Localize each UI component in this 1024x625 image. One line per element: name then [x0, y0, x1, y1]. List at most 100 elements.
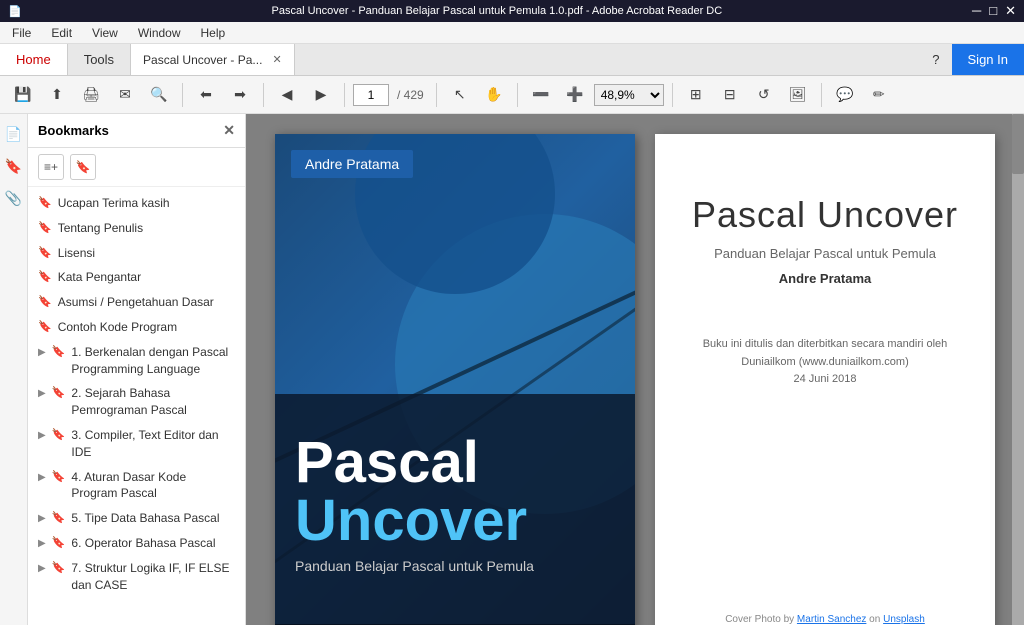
- bookmark-item[interactable]: ▶ 🔖 1. Berkenalan dengan Pascal Programm…: [28, 340, 245, 382]
- bookmark-icon: 🔖: [38, 295, 52, 310]
- maximize-button[interactable]: □: [989, 3, 997, 19]
- bookmark-label: Asumsi / Pengetahuan Dasar: [58, 294, 214, 311]
- title-bar-icon: 📄: [8, 5, 22, 18]
- menu-bar: File Edit View Window Help: [0, 22, 1024, 44]
- toolbar-sep7: [821, 83, 822, 107]
- menu-file[interactable]: File: [8, 24, 35, 42]
- menu-help[interactable]: Help: [197, 24, 230, 42]
- bookmark-item[interactable]: ▶ 🔖 6. Operator Bahasa Pascal: [28, 531, 245, 556]
- bookmark-icon: 🔖: [52, 345, 66, 360]
- bookmark-label: 2. Sejarah Bahasa Pemrograman Pascal: [71, 385, 235, 419]
- expand-icon: ▶: [38, 387, 46, 401]
- tab-file[interactable]: Pascal Uncover - Pa... ✕: [131, 44, 295, 75]
- scrollbar-thumb[interactable]: [1012, 114, 1024, 174]
- martin-sanchez-link[interactable]: Martin Sanchez: [797, 614, 866, 625]
- toolbar-fit-width-button[interactable]: ⊞: [681, 81, 711, 109]
- toolbar-screenshot-button[interactable]: 🖼: [783, 81, 813, 109]
- pdf-area: Andre Pratama Pascal Uncover Panduan Bel…: [246, 114, 1024, 625]
- bookmark-item[interactable]: 🔖 Tentang Penulis: [28, 216, 245, 241]
- bookmark-label: Contoh Kode Program: [58, 319, 177, 336]
- toolbar-hand-button[interactable]: ✋: [479, 81, 509, 109]
- bookmark-label: Lisensi: [58, 245, 95, 262]
- toolbar-sep4: [436, 83, 437, 107]
- bookmark-item[interactable]: ▶ 🔖 5. Tipe Data Bahasa Pascal: [28, 506, 245, 531]
- cover-author-text: Andre Pratama: [305, 156, 399, 172]
- scrollbar-right[interactable]: [1012, 114, 1024, 625]
- bookmark-item[interactable]: 🔖 Contoh Kode Program: [28, 315, 245, 340]
- bookmark-item[interactable]: ▶ 🔖 2. Sejarah Bahasa Pemrograman Pascal: [28, 381, 245, 423]
- cover-title-pascal: Pascal: [295, 434, 615, 492]
- page-total: / 429: [397, 88, 424, 102]
- bookmark-label: 5. Tipe Data Bahasa Pascal: [71, 510, 219, 527]
- tab-help-button[interactable]: ?: [920, 44, 951, 75]
- toolbar-sep6: [672, 83, 673, 107]
- toolbar-zoom-out-button[interactable]: ➖: [526, 81, 556, 109]
- cover-credit: Cover Photo by Martin Sanchez on Unsplas…: [725, 612, 925, 625]
- signin-button[interactable]: Sign In: [952, 44, 1024, 75]
- sidebar-expand-all-button[interactable]: ≡+: [38, 154, 64, 180]
- sidebar-bookmark-view-button[interactable]: 🔖: [70, 154, 96, 180]
- close-button[interactable]: ✕: [1005, 3, 1016, 19]
- iconbar-tools-button[interactable]: 📎: [2, 186, 26, 210]
- sidebar-header: Bookmarks ✕: [28, 114, 245, 148]
- toolbar-save-button[interactable]: 💾: [8, 81, 38, 109]
- toolbar-pencil-button[interactable]: ✏: [864, 81, 894, 109]
- zoom-select[interactable]: 48,9% 50% 75% 100% 125% 150% 200%: [594, 84, 664, 106]
- sidebar-toolbar: ≡+ 🔖: [28, 148, 245, 187]
- menu-edit[interactable]: Edit: [47, 24, 76, 42]
- bookmark-label: 4. Aturan Dasar Kode Program Pascal: [71, 469, 235, 503]
- unsplash-link[interactable]: Unsplash: [883, 614, 925, 625]
- tab-home-label: Home: [16, 52, 51, 67]
- toolbar-sep2: [263, 83, 264, 107]
- toolbar-fit-page-button[interactable]: ⊟: [715, 81, 745, 109]
- bookmark-icon: 🔖: [52, 511, 66, 526]
- toolbar-rotate-button[interactable]: ↺: [749, 81, 779, 109]
- tab-close-icon[interactable]: ✕: [272, 53, 281, 66]
- toolbar-sep5: [517, 83, 518, 107]
- toolbar-prev-page-button[interactable]: ⬅: [191, 81, 221, 109]
- bookmark-icon: 🔖: [38, 196, 52, 211]
- bookmark-icon: 🔖: [38, 221, 52, 236]
- menu-view[interactable]: View: [88, 24, 122, 42]
- toolbar-upload-button[interactable]: ⬆: [42, 81, 72, 109]
- toolbar-print-button[interactable]: 🖨: [76, 81, 106, 109]
- toolbar-next-page-button[interactable]: ➡: [225, 81, 255, 109]
- tab-home[interactable]: Home: [0, 44, 68, 75]
- title-bar: 📄 Pascal Uncover - Panduan Belajar Pasca…: [0, 0, 1024, 22]
- toolbar-forward-button[interactable]: ▶: [306, 81, 336, 109]
- toolbar-cursor-button[interactable]: ↖: [445, 81, 475, 109]
- cover-author-badge: Andre Pratama: [291, 150, 413, 178]
- minimize-button[interactable]: ─: [972, 3, 981, 19]
- bookmark-list: 🔖 Ucapan Terima kasih 🔖 Tentang Penulis …: [28, 187, 245, 625]
- sidebar-close-icon[interactable]: ✕: [223, 122, 235, 139]
- bookmark-item[interactable]: ▶ 🔖 3. Compiler, Text Editor dan IDE: [28, 423, 245, 465]
- expand-icon: ▶: [38, 562, 46, 576]
- iconbar-pages-button[interactable]: 📄: [2, 122, 26, 146]
- cover-title-area: Pascal Uncover Panduan Belajar Pascal un…: [295, 434, 615, 574]
- bookmark-icon: 🔖: [52, 470, 66, 485]
- page-input[interactable]: [353, 84, 389, 106]
- toolbar-comment-button[interactable]: 💬: [830, 81, 860, 109]
- menu-window[interactable]: Window: [134, 24, 185, 42]
- title-page-main: Pascal Uncover Panduan Belajar Pascal un…: [685, 194, 965, 389]
- iconbar-bookmarks-button[interactable]: 🔖: [2, 154, 26, 178]
- bookmark-item[interactable]: 🔖 Kata Pengantar: [28, 265, 245, 290]
- tab-tools[interactable]: Tools: [68, 44, 131, 75]
- toolbar-search-button[interactable]: 🔍: [144, 81, 174, 109]
- toolbar-email-button[interactable]: ✉: [110, 81, 140, 109]
- bookmark-label: Tentang Penulis: [58, 220, 143, 237]
- expand-icon: ▶: [38, 346, 46, 360]
- bookmark-label: Ucapan Terima kasih: [58, 195, 170, 212]
- bookmark-item[interactable]: ▶ 🔖 4. Aturan Dasar Kode Program Pascal: [28, 465, 245, 507]
- bookmark-item[interactable]: 🔖 Asumsi / Pengetahuan Dasar: [28, 290, 245, 315]
- bookmark-item[interactable]: ▶ 🔖 7. Struktur Logika IF, IF ELSE dan C…: [28, 556, 245, 598]
- bookmark-label: 1. Berkenalan dengan Pascal Programming …: [71, 344, 235, 378]
- toolbar-zoom-in-button[interactable]: ➕: [560, 81, 590, 109]
- expand-icon: ▶: [38, 512, 46, 526]
- help-icon: ?: [932, 52, 939, 67]
- toolbar-back-button[interactable]: ◀: [272, 81, 302, 109]
- bookmark-item[interactable]: 🔖 Ucapan Terima kasih: [28, 191, 245, 216]
- bookmark-item[interactable]: 🔖 Lisensi: [28, 241, 245, 266]
- signin-label: Sign In: [968, 52, 1008, 67]
- bookmark-icon: 🔖: [52, 386, 66, 401]
